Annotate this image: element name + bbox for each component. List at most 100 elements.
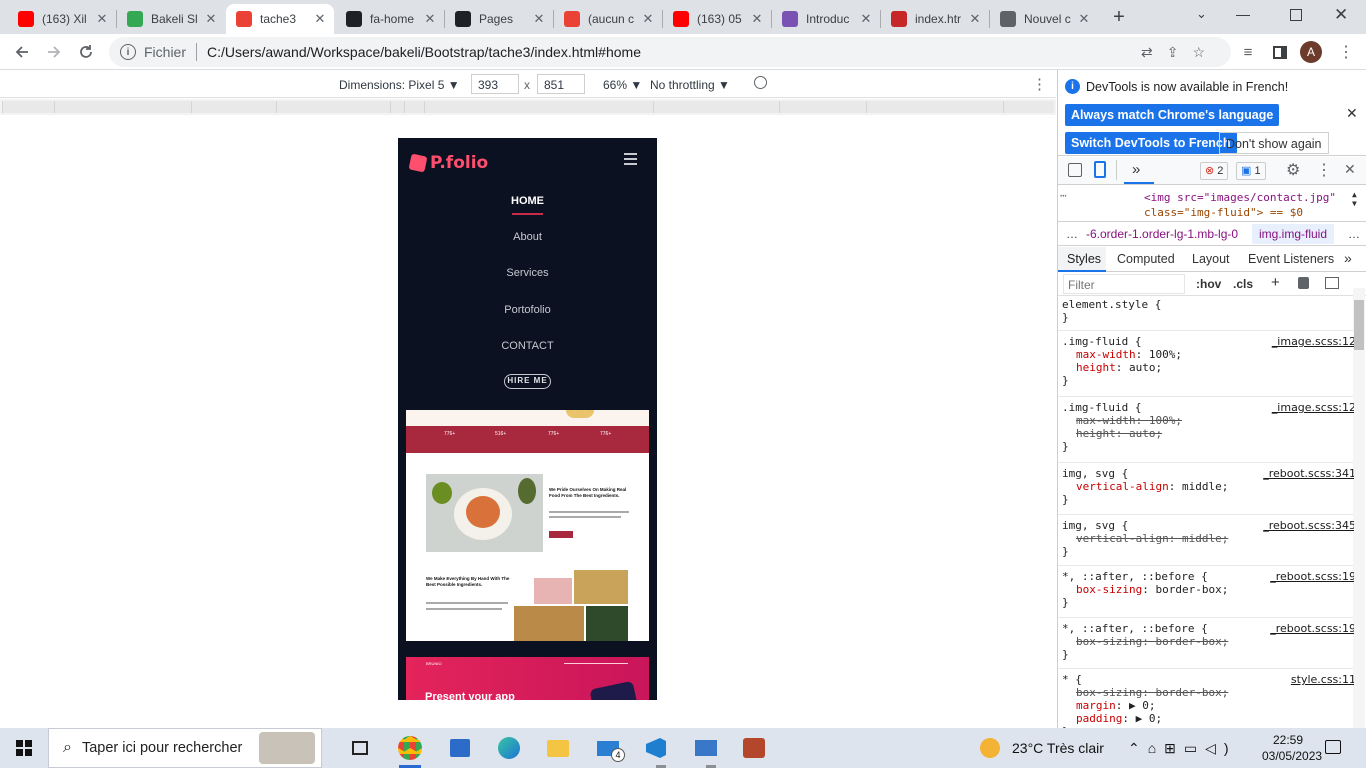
nav-contact[interactable]: CONTACT (398, 340, 657, 352)
css-declaration[interactable]: box-sizing: border-box; (1062, 686, 1352, 699)
device-select[interactable]: Dimensions: Pixel 5 ▼ (339, 78, 460, 92)
dont-show-again-button[interactable]: Don't show again (1219, 132, 1329, 154)
match-language-button[interactable]: Always match Chrome's language (1065, 104, 1280, 126)
tab[interactable]: fa-home ✕ (336, 4, 444, 34)
css-rule[interactable]: .img-fluid {_image.scss:12 max-width: 100… (1062, 401, 1354, 453)
css-declaration[interactable]: margin: ▶ 0; (1062, 699, 1352, 712)
new-rule-icon[interactable]: + (1271, 274, 1280, 291)
store-taskbar-icon[interactable] (446, 734, 474, 762)
clock[interactable]: 22:59 03/05/2023 (1262, 732, 1322, 764)
tab-styles[interactable]: Styles (1067, 252, 1101, 266)
close-tab-icon[interactable]: ✕ (422, 11, 438, 27)
close-window-button[interactable]: ✕ (1334, 5, 1348, 25)
close-tab-icon[interactable]: ✕ (858, 11, 874, 27)
css-declaration[interactable]: vertical-align: middle; (1062, 480, 1352, 493)
tab[interactable]: Nouvel c ✕ (990, 4, 1098, 34)
translate-share-star-icons[interactable]: ⇄⇪☆ (1141, 44, 1219, 61)
nav-home[interactable]: HOME (398, 195, 657, 207)
menu-kebab-icon[interactable]: ⋮ (1334, 40, 1358, 64)
rule-source-link[interactable]: _reboot.scss:345 (1263, 519, 1354, 532)
tab[interactable]: index.htr ✕ (881, 4, 989, 34)
notification-icon[interactable] (1325, 740, 1341, 754)
tab[interactable]: Pages ✕ (445, 4, 553, 34)
file-explorer-icon[interactable] (544, 734, 572, 762)
edge-taskbar-icon[interactable] (495, 734, 523, 762)
rule-source-link[interactable]: _image.scss:12 (1272, 401, 1354, 414)
css-rule[interactable]: *, ::after, ::before {_reboot.scss:19 box… (1062, 622, 1354, 661)
throttle-select[interactable]: No throttling ▼ (650, 78, 730, 92)
inspect-element-icon[interactable] (1068, 163, 1082, 177)
toggle-sidebar-icon[interactable] (1325, 277, 1339, 289)
paint-icon[interactable] (1298, 277, 1309, 289)
breadcrumb-item[interactable]: -6.order-1.order-lg-1.mb-lg-0 (1086, 227, 1238, 241)
restore-button[interactable] (1290, 9, 1302, 21)
css-rule[interactable]: img, svg {_reboot.scss:341 vertical-align… (1062, 467, 1354, 506)
breadcrumb-more[interactable]: … (1348, 227, 1360, 241)
weather-widget[interactable]: 23°C Très clair (980, 728, 1104, 768)
tab-search-icon[interactable]: ⌄ (1196, 6, 1207, 22)
tab[interactable]: (163) 05 ✕ (663, 4, 771, 34)
dom-tree-snippet[interactable]: ⋯ <img src="images/contact.jpg" class="i… (1058, 186, 1366, 222)
hire-me-button[interactable]: HIRE ME (504, 374, 551, 389)
height-input[interactable]: 851 (537, 74, 585, 94)
nav-services[interactable]: Services (398, 267, 657, 279)
tab-computed[interactable]: Computed (1117, 252, 1175, 266)
rule-source-link[interactable]: _reboot.scss:19 (1270, 570, 1354, 583)
tab-event-listeners[interactable]: Event Listeners (1248, 252, 1334, 266)
more-panes-icon[interactable]: » (1344, 250, 1352, 266)
close-tab-icon[interactable]: ✕ (1076, 11, 1092, 27)
hov-toggle[interactable]: :hov (1196, 277, 1221, 291)
css-declaration[interactable]: vertical-align: middle; (1062, 532, 1352, 545)
reading-list-icon[interactable]: ≡ (1236, 40, 1260, 64)
width-input[interactable]: 393 (471, 74, 519, 94)
breadcrumb-item-selected[interactable]: img.img-fluid (1252, 224, 1335, 244)
app-taskbar-icon[interactable] (740, 734, 768, 762)
close-tab-icon[interactable]: ✕ (203, 11, 219, 27)
tab[interactable]: tache3 ✕ (226, 4, 334, 34)
tab[interactable]: Introduc ✕ (772, 4, 880, 34)
close-tab-icon[interactable]: ✕ (94, 11, 110, 27)
css-declaration[interactable]: box-sizing: border-box; (1062, 583, 1352, 596)
minimize-button[interactable] (1236, 15, 1250, 16)
close-tab-icon[interactable]: ✕ (640, 11, 656, 27)
hamburger-menu-icon[interactable] (624, 153, 637, 168)
info-icon[interactable]: i (120, 44, 136, 60)
device-more-icon[interactable]: ⋮ (1032, 75, 1047, 93)
close-tab-icon[interactable]: ✕ (967, 11, 983, 27)
styles-scrollbar[interactable] (1353, 288, 1365, 728)
forward-arrow-icon[interactable] (42, 40, 66, 64)
styles-filter-input[interactable]: Filter (1063, 274, 1185, 294)
windows-start-icon[interactable] (16, 740, 32, 756)
settings-gear-icon[interactable]: ⚙ (1286, 160, 1300, 180)
portfolio-thumbnail-app[interactable]: BRUNIO Present your app (406, 657, 649, 700)
css-declaration[interactable]: height: auto; (1062, 361, 1352, 374)
nav-portofolio[interactable]: Portofolio (398, 304, 657, 316)
mail-taskbar-icon[interactable]: 4 (594, 734, 625, 762)
message-counter[interactable]: ▣ 1 (1236, 162, 1266, 180)
dom-ellipsis-icon[interactable]: ⋯ (1060, 189, 1067, 202)
pfolio-logo[interactable]: P.folio (408, 153, 488, 173)
close-tab-icon[interactable]: ✕ (531, 11, 547, 27)
css-rule[interactable]: element.style {} (1062, 298, 1352, 324)
error-counter[interactable]: ⊗ 2 (1200, 162, 1229, 180)
tab[interactable]: Bakeli Sl ✕ (117, 4, 225, 34)
css-declaration[interactable]: max-width: 100%; (1062, 348, 1352, 361)
back-arrow-icon[interactable] (10, 40, 34, 64)
side-panel-icon[interactable] (1268, 40, 1292, 64)
new-tab-button[interactable]: + (1108, 6, 1130, 28)
rule-source-link[interactable]: style.css:11 (1291, 673, 1354, 686)
tab[interactable]: (163) Xil ✕ (8, 4, 116, 34)
media-query-bar[interactable] (0, 99, 1056, 115)
css-declaration[interactable]: max-width: 100%; (1062, 414, 1352, 427)
close-tab-icon[interactable]: ✕ (749, 11, 765, 27)
breadcrumb-ellipsis[interactable]: … (1066, 227, 1078, 241)
profile-avatar[interactable]: A (1300, 41, 1322, 63)
css-declaration[interactable]: box-sizing: border-box; (1062, 635, 1352, 648)
css-declaration[interactable]: height: auto; (1062, 427, 1352, 440)
close-devtools-icon[interactable]: ✕ (1344, 161, 1356, 178)
chrome-taskbar-icon[interactable] (396, 734, 424, 762)
cls-toggle[interactable]: .cls (1233, 277, 1253, 291)
vscode-taskbar-icon[interactable] (642, 734, 670, 762)
css-declaration[interactable]: padding: ▶ 0; (1062, 712, 1352, 725)
css-rule[interactable]: .img-fluid {_image.scss:12 max-width: 100… (1062, 335, 1354, 387)
